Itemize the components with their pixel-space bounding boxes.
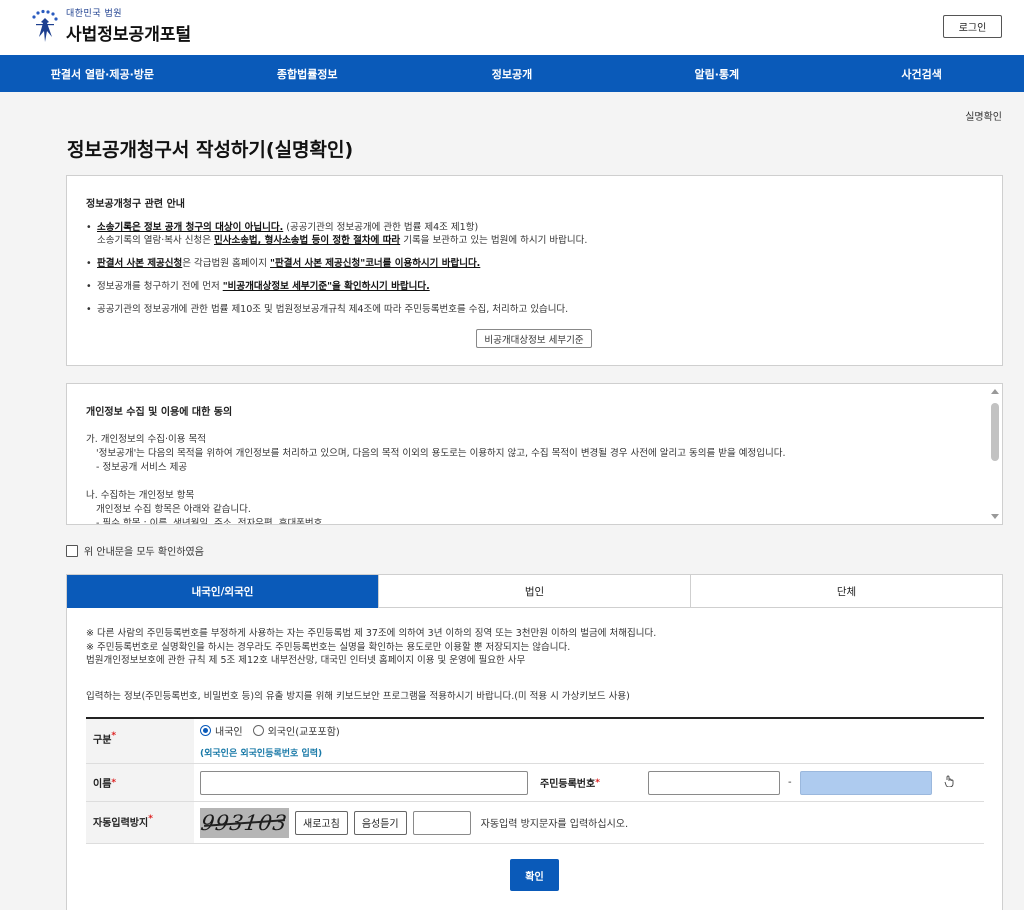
tab-individual[interactable]: 내국인/외국인 bbox=[67, 575, 378, 608]
nav-item-info-disclosure[interactable]: 정보공개 bbox=[410, 55, 615, 92]
type-label: 구분 * bbox=[86, 719, 194, 763]
nav-item-case-search[interactable]: 사건검색 bbox=[819, 55, 1024, 92]
captcha-audio-button[interactable]: 음성듣기 bbox=[353, 810, 407, 835]
legal-warning: ※ 다른 사람의 주민등록번호를 부정하게 사용하는 자는 주민등록법 제 37… bbox=[86, 627, 656, 668]
notice-emphasis: "판결서 사본 제공신청"코너를 이용하시기 바랍니다. bbox=[270, 258, 481, 269]
form-row-type: 구분 * 내국인 외국인(교포포함) (외국인은 외국인등록번호 입력) bbox=[86, 719, 984, 764]
notice-emphasis: 민사소송법, 형사소송법 등이 정한 절차에 따라 bbox=[213, 235, 401, 246]
radio-domestic[interactable] bbox=[200, 725, 211, 736]
warning-line: ※ 다른 사람의 주민등록번호를 부정하게 사용하는 자는 주민등록법 제 37… bbox=[86, 628, 657, 639]
notice-text: 은 각급법원 홈페이지 bbox=[182, 258, 271, 269]
main-navigation: 판결서 열람·제공·방문 종합법률정보 정보공개 알림·통계 사건검색 bbox=[0, 55, 1024, 92]
rrn-separator: - bbox=[788, 777, 792, 788]
notice-text: 소송기록의 열람·복사 신청은 bbox=[97, 235, 214, 246]
nav-item-judgment[interactable]: 판결서 열람·제공·방문 bbox=[0, 55, 205, 92]
agree-checkbox-row[interactable]: 위 안내문을 모두 확인하였음 bbox=[66, 543, 204, 558]
privacy-line: 가. 개인정보의 수집·이용 목적 bbox=[86, 434, 206, 445]
radio-foreigner-label: 외국인(교포포함) bbox=[267, 727, 340, 738]
captcha-image: 993103 bbox=[200, 807, 289, 838]
notice-emphasis: 판결서 사본 제공신청 bbox=[97, 258, 183, 269]
privacy-line: - 필수 항목 : 이름, 생년월일, 주소, 전자우편, 휴대폰번호 bbox=[96, 518, 323, 525]
rrn-back-input[interactable] bbox=[799, 770, 932, 795]
identity-form-table: 구분 * 내국인 외국인(교포포함) (외국인은 외국인등록번호 입력) 이름 * … bbox=[86, 717, 984, 844]
tab-corporation[interactable]: 법인 bbox=[378, 575, 690, 608]
foreigner-hint: (외국인은 외국인등록번호 입력) bbox=[200, 749, 323, 759]
applicant-type-tabs: 내국인/외국인 법인 단체 bbox=[67, 575, 1002, 608]
rrn-front-input[interactable] bbox=[648, 770, 780, 795]
confirm-button[interactable]: 확인 bbox=[510, 859, 559, 891]
notice-emphasis: "비공개대상정보 세부기준"을 확인하시기 바랍니다. bbox=[222, 281, 430, 292]
radio-foreigner[interactable] bbox=[252, 725, 264, 736]
name-label: 이름 * bbox=[86, 764, 194, 801]
top-header: 대한민국 법원 사법정보공개포털 로그인 bbox=[0, 0, 1024, 55]
notice-text: 공공기관의 정보공개에 관한 법률 제10조 및 법원정보공개규칙 제4조에 따… bbox=[97, 304, 569, 315]
logo-title: 사법정보공개포털 bbox=[66, 25, 192, 45]
breadcrumb: 실명확인 bbox=[965, 112, 1002, 123]
agree-checkbox[interactable] bbox=[66, 544, 78, 557]
rrn-label: 주민등록번호 * bbox=[540, 777, 600, 791]
captcha-label: 자동입력방지 * bbox=[86, 802, 194, 843]
warning-line: ※ 주민등록번호로 실명확인을 하시는 경우라도 주민등록번호는 실명을 확인하… bbox=[86, 641, 571, 653]
notice-emphasis: 소송기록은 정보 공개 청구의 대상이 아닙니다. bbox=[97, 222, 284, 233]
warning-line: 법원개인정보보호에 관한 규칙 제 5조 제12호 내부전산망, 대국민 인터넷… bbox=[86, 655, 526, 666]
notice-item: 판결서 사본 제공신청은 각급법원 홈페이지 "판결서 사본 제공신청"코너를 … bbox=[86, 257, 983, 270]
keyboard-security-note: 입력하는 정보(주민등록번호, 비밀번호 등)의 유출 방지를 위해 키보드보안… bbox=[86, 691, 630, 702]
notice-text: (공공기관의 정보공개에 관한 법률 제4조 제1항) bbox=[283, 222, 479, 233]
nondisclosure-criteria-button[interactable]: 비공개대상정보 세부기준 bbox=[476, 329, 592, 348]
captcha-refresh-button[interactable]: 새로고침 bbox=[295, 810, 348, 835]
tab-organization[interactable]: 단체 bbox=[690, 575, 1002, 608]
name-input[interactable] bbox=[200, 770, 528, 795]
agree-label: 위 안내문을 모두 확인하였음 bbox=[84, 547, 204, 558]
notice-text: 정보공개를 청구하기 전에 먼저 bbox=[97, 281, 223, 292]
site-logo[interactable]: 대한민국 법원 사법정보공개포털 bbox=[30, 6, 191, 45]
scroll-down-icon[interactable] bbox=[991, 514, 999, 519]
identity-form-panel: 내국인/외국인 법인 단체 ※ 다른 사람의 주민등록번호를 부정하게 사용하는… bbox=[66, 574, 1003, 910]
scroll-up-icon[interactable] bbox=[991, 389, 999, 394]
notice-title: 정보공개청구 관련 안내 bbox=[86, 199, 185, 210]
privacy-scrollbar[interactable] bbox=[989, 386, 1000, 522]
captcha-input[interactable] bbox=[412, 810, 471, 835]
privacy-line: - 정보공개 서비스 제공 bbox=[96, 462, 188, 473]
notice-item: 소송기록은 정보 공개 청구의 대상이 아닙니다. (공공기관의 정보공개에 관… bbox=[86, 221, 983, 247]
privacy-consent-box[interactable]: 개인정보 수집 및 이용에 대한 동의 가. 개인정보의 수집·이용 목적 '정… bbox=[66, 383, 1003, 525]
nav-item-notice-stats[interactable]: 알림·통계 bbox=[614, 55, 819, 92]
privacy-line: 개인정보 수집 항목은 아래와 같습니다. bbox=[96, 504, 251, 515]
court-emblem-icon bbox=[30, 9, 60, 43]
nav-item-legal-info[interactable]: 종합법률정보 bbox=[205, 55, 410, 92]
scroll-thumb[interactable] bbox=[991, 403, 999, 461]
login-button[interactable]: 로그인 bbox=[943, 15, 1002, 38]
privacy-title: 개인정보 수집 및 이용에 대한 동의 bbox=[86, 407, 233, 418]
form-row-name: 이름 * 주민등록번호 * - bbox=[86, 764, 984, 802]
logo-subtitle: 대한민국 법원 bbox=[66, 9, 123, 19]
privacy-line: 나. 수집하는 개인정보 항목 bbox=[86, 490, 195, 501]
page-title: 정보공개청구서 작성하기(실명확인) bbox=[67, 139, 354, 161]
form-row-captcha: 자동입력방지* 993103 새로고침 음성듣기 자동입력 방지문자를 입력하십… bbox=[86, 802, 984, 844]
notice-text: 기록을 보관하고 있는 법원에 하시기 바랍니다. bbox=[400, 235, 588, 246]
privacy-line: '정보공개'는 다음의 목적을 위하여 개인정보를 처리하고 있으며, 다음의 … bbox=[96, 448, 786, 459]
virtual-keyboard-icon[interactable] bbox=[944, 775, 955, 790]
notice-item: 정보공개를 청구하기 전에 먼저 "비공개대상정보 세부기준"을 확인하시기 바… bbox=[86, 280, 983, 293]
radio-domestic-label: 내국인 bbox=[215, 727, 243, 738]
captcha-help: 자동입력 방지문자를 입력하십시오. bbox=[480, 819, 629, 830]
notice-item: 공공기관의 정보공개에 관한 법률 제10조 및 법원정보공개규칙 제4조에 따… bbox=[86, 303, 983, 316]
